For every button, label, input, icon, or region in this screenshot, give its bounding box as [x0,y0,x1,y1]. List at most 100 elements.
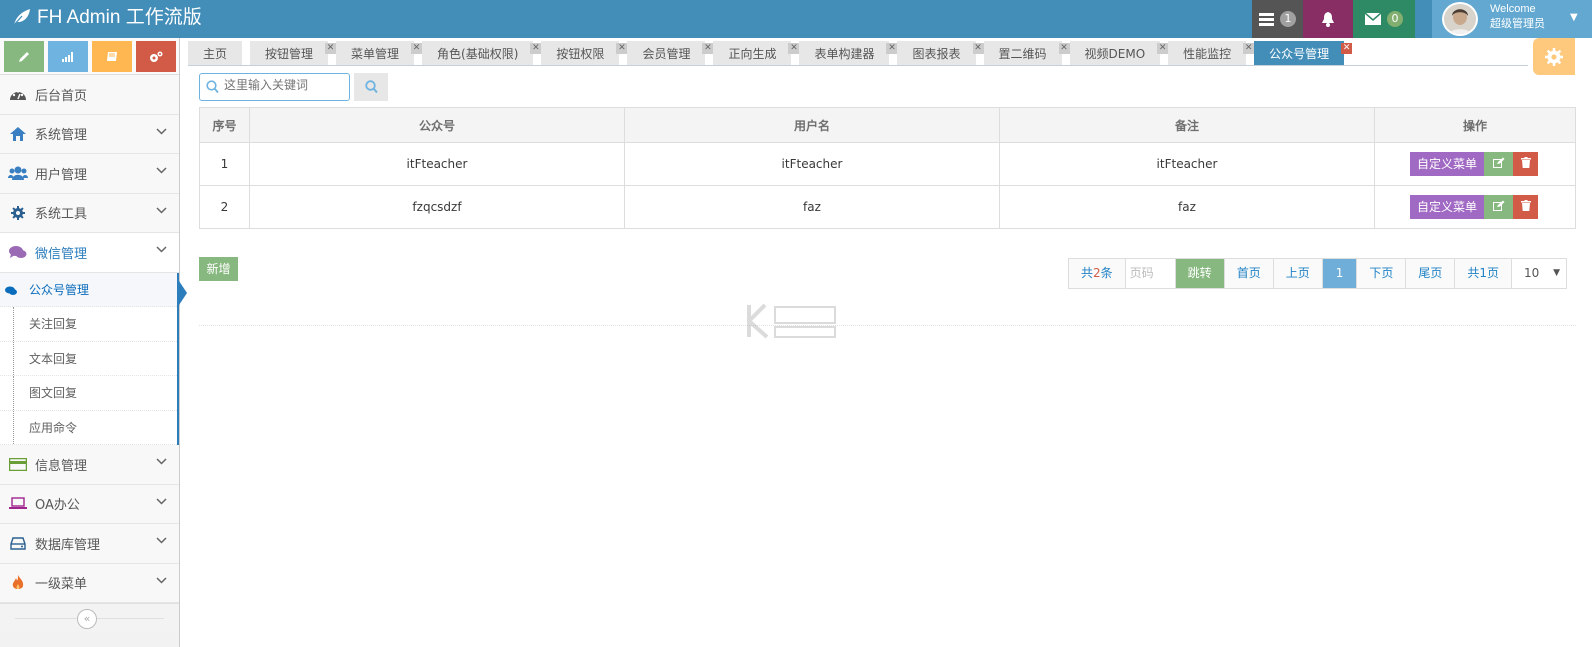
sidebar-item-label: 用户管理 [35,167,88,183]
close-icon[interactable]: ✕ [886,43,898,54]
top-navbar: FH Admin 工作流版 1 0 Welcome 超级管理员 ▼ [0,0,1592,38]
next-page-button[interactable]: 下页 [1357,259,1407,288]
tab-button-manage[interactable]: 按钮管理 ✕ [250,41,337,65]
pagination: 共2条 页码 跳转 首页 上页 1 下页 尾页 共1页 10 ▼ [1068,258,1568,289]
cell-account: fzqcsdzf [249,185,625,229]
close-icon[interactable]: ✕ [702,43,714,54]
credit-card-icon [9,457,27,471]
prev-page-button[interactable]: 上页 [1273,259,1323,288]
col-header-remark: 备注 [999,107,1375,143]
delete-button[interactable] [1513,195,1539,219]
first-page-button[interactable]: 首页 [1224,259,1274,288]
submenu-item-label: 公众号管理 [29,282,90,297]
close-icon[interactable]: ✕ [1341,43,1353,54]
sidebar-item-tools[interactable]: 系统工具 [0,193,179,233]
tab-form-builder[interactable]: 表单构建器 ✕ [799,41,898,65]
tab-menu-manage[interactable]: 菜单管理 ✕ [336,41,423,65]
close-icon[interactable]: ✕ [972,43,984,54]
submenu-item-follow-reply[interactable]: 关注回复 [0,307,177,342]
page-count: 共1页 [1455,259,1513,288]
page-number-input[interactable]: 页码 [1125,259,1176,288]
tab-official-accounts[interactable]: 公众号管理 ✕ [1254,41,1353,65]
submenu-item-app-command[interactable]: 应用命令 [0,410,177,445]
search-icon [364,80,378,94]
search-button[interactable] [354,73,388,101]
brand[interactable]: FH Admin 工作流版 [12,0,202,38]
tab-qrcode[interactable]: 置二维码 ✕ [983,41,1070,65]
col-header-actions: 操作 [1374,107,1576,143]
tab-label: 正向生成 [728,47,777,61]
tab-member[interactable]: 会员管理 ✕ [627,41,714,65]
edit-button[interactable] [1484,152,1514,176]
close-icon[interactable]: ✕ [530,43,542,54]
active-indicator [179,280,187,305]
edit-button[interactable] [1484,195,1514,219]
tab-chart-report[interactable]: 图表报表 ✕ [897,41,984,65]
submenu-item-label: 图文回复 [29,386,78,401]
gear-icon [11,205,25,220]
tab-label: 主页 [203,47,228,61]
shortcut-signal-button[interactable] [48,41,88,72]
sidebar-item-dashboard[interactable]: 后台首页 [0,75,179,115]
shortcut-book-button[interactable] [92,41,132,72]
delete-button[interactable] [1513,152,1539,176]
close-icon[interactable]: ✕ [411,43,423,54]
user-menu[interactable]: Welcome 超级管理员 ▼ [1432,0,1592,38]
sidebar-item-wechat[interactable]: 微信管理 [0,233,179,273]
submenu-item-official-accounts[interactable]: 公众号管理 [0,272,187,307]
close-icon[interactable]: ✕ [1243,43,1255,54]
sidebar-item-users[interactable]: 用户管理 [0,154,179,194]
messages-button[interactable]: 0 [1353,0,1415,38]
cell-index: 1 [199,142,250,186]
cogs-icon [150,51,163,62]
home-icon [10,126,26,141]
tab-video-demo[interactable]: 视频DEMO ✕ [1069,41,1169,65]
chevron-down-icon [156,127,167,135]
caret-down-icon: ▼ [1570,12,1578,23]
close-icon[interactable]: ✕ [1157,43,1169,54]
tab-bar: 主页 按钮管理 ✕ 菜单管理 ✕ 角色(基础权限) ✕ 按钮权限 ✕ 会员管理 ✕ 正向生… [188,41,1528,66]
custom-menu-button[interactable]: 自定义菜单 [1410,195,1485,219]
table-header-row: 序号 公众号 用户名 备注 操作 [199,107,1576,143]
close-icon[interactable]: ✕ [788,43,800,54]
table-row: 1 itFteacher itFteacher itFteacher 自定义菜单 [199,142,1576,186]
close-icon[interactable]: ✕ [325,43,337,54]
add-button[interactable]: 新增 [199,257,238,281]
tasks-button[interactable]: 1 [1252,0,1303,38]
settings-toggle[interactable] [1533,38,1575,75]
tab-performance[interactable]: 性能监控 ✕ [1168,41,1255,65]
custom-menu-button[interactable]: 自定义菜单 [1410,152,1485,176]
sidebar-item-oa[interactable]: OA办公 [0,484,179,524]
jump-button[interactable]: 跳转 [1175,259,1225,288]
cell-index: 2 [199,185,250,229]
close-icon[interactable]: ✕ [616,43,628,54]
submenu-item-news-reply[interactable]: 图文回复 [0,376,177,411]
shortcut-cogs-button[interactable] [136,41,176,72]
tab-role[interactable]: 角色(基础权限) ✕ [422,41,542,65]
hdd-icon [10,537,26,550]
shortcut-pencil-button[interactable] [4,41,44,72]
tab-label: 会员管理 [642,47,691,61]
tab-codegen[interactable]: 正向生成 ✕ [713,41,800,65]
submenu-item-text-reply[interactable]: 文本回复 [0,341,177,376]
notifications-button[interactable] [1303,0,1353,38]
current-page[interactable]: 1 [1322,259,1358,288]
sidebar-item-level1[interactable]: 一级菜单 [0,563,179,603]
chevron-down-icon [156,206,167,214]
user-name: 超级管理员 [1490,18,1545,30]
double-angle-left-icon[interactable]: « [77,609,97,629]
submenu-item-label: 应用命令 [29,420,78,435]
sidebar-item-system[interactable]: 系统管理 [0,114,179,154]
sidebar-item-info[interactable]: 信息管理 [0,445,179,485]
tab-label: 公众号管理 [1269,47,1330,61]
sidebar-item-database[interactable]: 数据库管理 [0,524,179,564]
tab-home[interactable]: 主页 [188,41,243,65]
search-input[interactable] [224,78,344,92]
last-page-button[interactable]: 尾页 [1406,259,1456,288]
tab-button-permission[interactable]: 按钮权限 ✕ [541,41,628,65]
tab-label: 表单构建器 [814,47,875,61]
page-size-select[interactable]: 10 ▼ [1512,259,1567,288]
submenu-item-label: 关注回复 [29,317,78,332]
close-icon[interactable]: ✕ [1058,43,1070,54]
bell-icon [1322,11,1334,27]
